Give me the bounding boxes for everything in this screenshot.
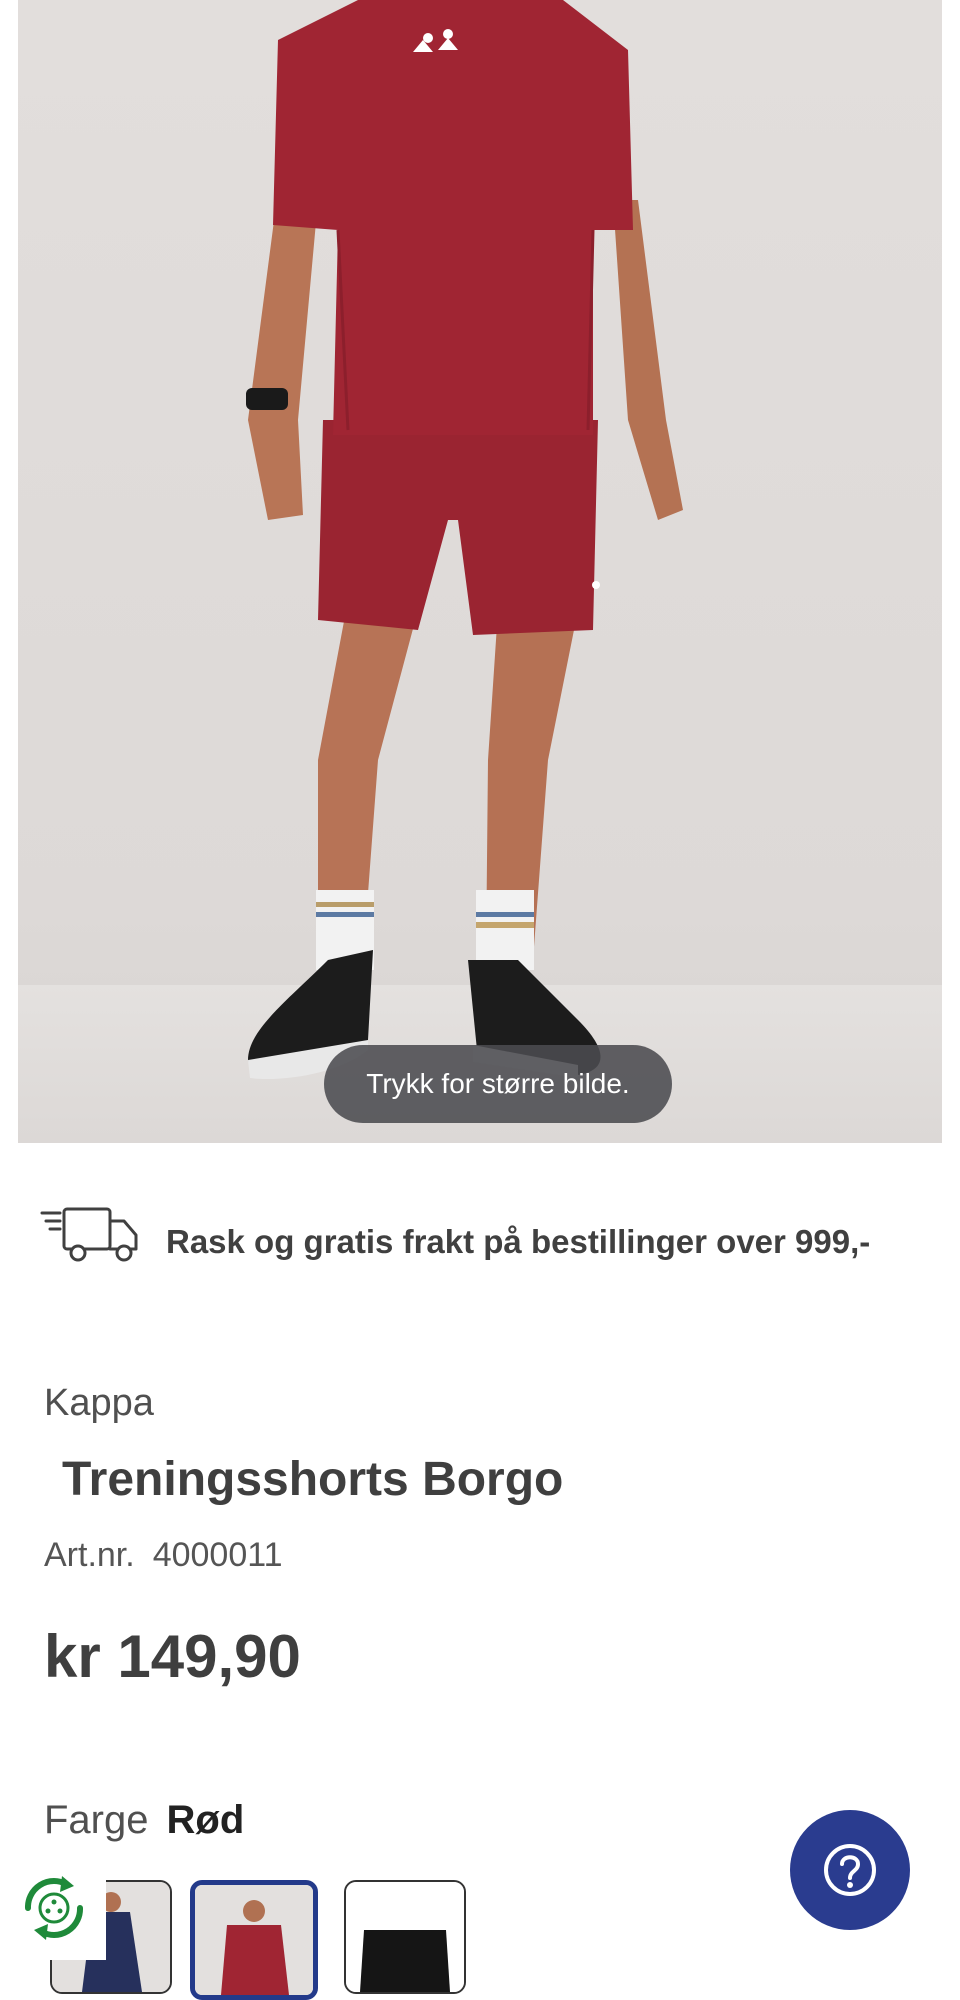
eco-badge[interactable] [0, 1860, 106, 1960]
help-button[interactable] [790, 1810, 910, 1930]
question-mark-icon [824, 1844, 876, 1896]
shipping-text: Rask og gratis frakt på bestillinger ove… [166, 1223, 871, 1260]
product-title: Treningsshorts Borgo [62, 1453, 564, 1506]
product-price: kr 149,90 [44, 1623, 301, 1690]
article-number-value: 4000011 [152, 1536, 283, 1574]
delivery-truck-icon [40, 1207, 138, 1262]
article-number-label: Art.nr. [44, 1536, 135, 1574]
swatch-image-black [346, 1882, 464, 1992]
article-number: Art.nr. 4000011 [44, 1536, 283, 1575]
recycle-eco-icon [24, 1876, 84, 1940]
color-label: Farge [44, 1798, 149, 1842]
color-selector-label: Farge Rød [44, 1798, 244, 1843]
color-swatch-black[interactable] [344, 1880, 466, 1994]
product-brand[interactable]: Kappa [44, 1382, 154, 1425]
product-image[interactable]: Trykk for større bilde. [18, 0, 942, 1143]
selected-color: Rød [166, 1798, 245, 1842]
zoom-hint[interactable]: Trykk for større bilde. [324, 1045, 672, 1123]
color-swatch-red[interactable] [190, 1880, 318, 2000]
product-model-illustration [246, 0, 683, 1080]
shipping-banner: Rask og gratis frakt på bestillinger ove… [40, 1195, 930, 1285]
swatch-image-red [195, 1885, 313, 1995]
